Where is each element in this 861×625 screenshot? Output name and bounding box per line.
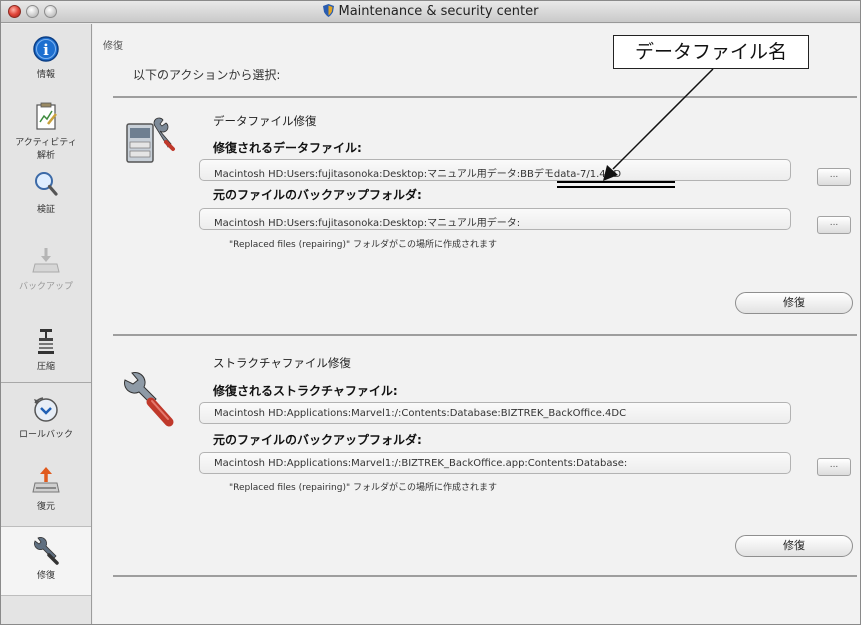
sidebar-item-verify[interactable]: 検証 <box>1 169 91 215</box>
sidebar-item-compact[interactable]: 圧縮 <box>1 326 91 372</box>
sidebar-item-label: 情報 <box>36 70 55 80</box>
restore-icon <box>32 467 60 493</box>
compact-icon <box>38 329 54 354</box>
sidebar-item-backup[interactable]: バックアップ <box>1 246 91 292</box>
svg-text:i: i <box>43 41 49 59</box>
data-backup-browse-button[interactable]: ... <box>817 216 851 234</box>
sidebar-item-repair[interactable]: 修復 <box>1 526 91 596</box>
sidebar-divider <box>1 382 91 383</box>
section-divider <box>113 334 857 336</box>
data-repair-title: データファイル修復 <box>213 114 317 128</box>
sidebar-item-label: 検証 <box>36 205 55 215</box>
sidebar: i 情報 アクティビティ 解析 検証 バックアップ 圧縮 ロールバック 復元 修… <box>1 24 92 624</box>
structure-repair-title: ストラクチャファイル修復 <box>213 356 351 370</box>
filename-underline-2 <box>557 186 675 188</box>
sidebar-item-rollback[interactable]: ロールバック <box>1 394 91 440</box>
data-file-repair-icon <box>126 117 175 163</box>
shield-icon <box>322 4 334 17</box>
structure-backup-note: "Replaced files (repairing)" フォルダがこの場所に作… <box>229 483 497 493</box>
action-prompt: 以下のアクションから選択: <box>133 68 281 82</box>
structure-backup-path-field[interactable]: Macintosh HD:Applications:Marvel1:/:BIZT… <box>199 452 791 474</box>
sidebar-item-activity-analysis[interactable]: アクティビティ 解析 <box>1 102 91 161</box>
sidebar-item-info[interactable]: i 情報 <box>1 34 91 80</box>
backup-icon <box>32 248 60 273</box>
sidebar-item-label: アクティビティ <box>15 138 77 148</box>
window-title: Maintenance & security center <box>1 4 860 19</box>
sidebar-item-label: 復元 <box>36 502 55 512</box>
window-title-text: Maintenance & security center <box>338 4 539 19</box>
section-divider <box>113 96 857 98</box>
breadcrumb: 修復 <box>103 41 123 52</box>
section-divider <box>113 575 857 577</box>
magnifier-icon <box>35 172 58 196</box>
data-file-browse-button[interactable]: ... <box>817 168 851 186</box>
sidebar-item-label: 圧縮 <box>36 362 55 372</box>
data-file-path-field[interactable]: Macintosh HD:Users:fujitasonoka:Desktop:… <box>199 159 791 181</box>
structure-backup-browse-button[interactable]: ... <box>817 458 851 476</box>
main-content: 修復 以下のアクションから選択: データファイル修復 修復されるデータファイル:… <box>93 24 860 624</box>
structure-file-label: 修復されるストラクチャファイル: <box>213 384 398 398</box>
structure-backup-label: 元のファイルのバックアップフォルダ: <box>213 433 422 447</box>
data-file-label: 修復されるデータファイル: <box>213 141 362 155</box>
data-repair-button[interactable]: 修復 <box>735 292 853 314</box>
sidebar-item-label-line2: 解析 <box>36 151 55 161</box>
structure-repair-button[interactable]: 修復 <box>735 535 853 557</box>
sidebar-item-restore[interactable]: 復元 <box>1 466 91 512</box>
structure-file-path-field[interactable]: Macintosh HD:Applications:Marvel1:/:Cont… <box>199 402 791 424</box>
info-icon: i <box>33 36 59 62</box>
filename-underline-1 <box>557 181 675 183</box>
maintenance-window: Maintenance & security center i 情報 アクティビ… <box>0 0 861 625</box>
sidebar-item-label: 修復 <box>36 571 55 581</box>
title-bar[interactable]: Maintenance & security center <box>1 1 860 23</box>
rollback-icon <box>34 397 58 422</box>
data-backup-note: "Replaced files (repairing)" フォルダがこの場所に作… <box>229 240 497 250</box>
activity-analysis-icon <box>36 102 57 130</box>
structure-repair-wrench-icon <box>124 372 174 427</box>
repair-wrench-icon <box>34 537 59 565</box>
data-backup-label: 元のファイルのバックアップフォルダ: <box>213 188 422 202</box>
sidebar-item-label: バックアップ <box>18 282 73 292</box>
sidebar-item-label: ロールバック <box>18 430 73 440</box>
data-backup-path-field[interactable]: Macintosh HD:Users:fujitasonoka:Desktop:… <box>199 208 791 230</box>
filename-callout: データファイル名 <box>613 35 809 69</box>
